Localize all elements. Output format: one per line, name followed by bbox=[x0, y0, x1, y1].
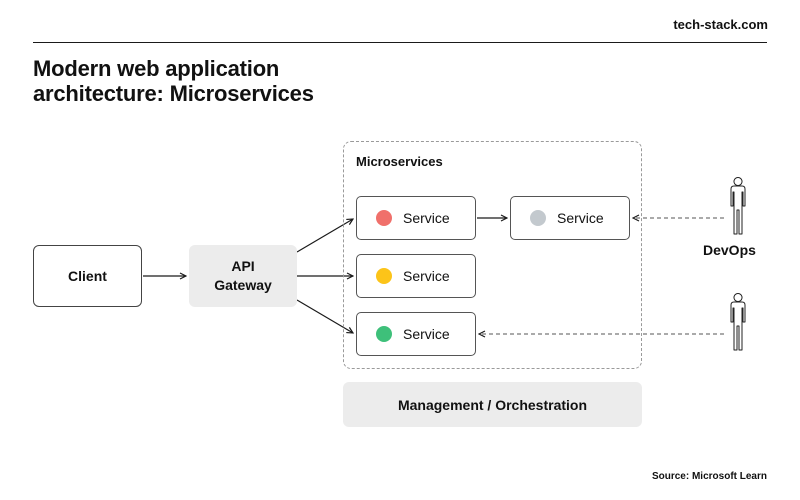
gateway-label-line-2: Gateway bbox=[214, 277, 272, 293]
person-icon bbox=[730, 177, 746, 235]
gateway-label-line-1: API bbox=[231, 258, 255, 274]
api-gateway-node: API Gateway bbox=[189, 245, 297, 307]
source-credit: Source: Microsoft Learn bbox=[651, 471, 767, 482]
service-label: Service bbox=[403, 326, 450, 342]
service-node-red: Service bbox=[356, 196, 476, 240]
client-label: Client bbox=[68, 268, 107, 284]
management-orchestration-bar: Management / Orchestration bbox=[343, 382, 642, 427]
service-label: Service bbox=[403, 268, 450, 284]
service-node-yellow: Service bbox=[356, 254, 476, 298]
status-dot-yellow bbox=[376, 268, 392, 284]
status-dot-red bbox=[376, 210, 392, 226]
service-node-green: Service bbox=[356, 312, 476, 356]
status-dot-green bbox=[376, 326, 392, 342]
status-dot-gray bbox=[530, 210, 546, 226]
management-label: Management / Orchestration bbox=[397, 396, 588, 413]
devops-label: DevOps bbox=[703, 242, 756, 258]
service-label: Service bbox=[403, 210, 450, 226]
client-node: Client bbox=[33, 245, 142, 307]
service-label: Service bbox=[557, 210, 604, 226]
service-node-gray: Service bbox=[510, 196, 630, 240]
microservices-label: Microservices bbox=[356, 154, 443, 169]
person-icon bbox=[730, 293, 746, 351]
